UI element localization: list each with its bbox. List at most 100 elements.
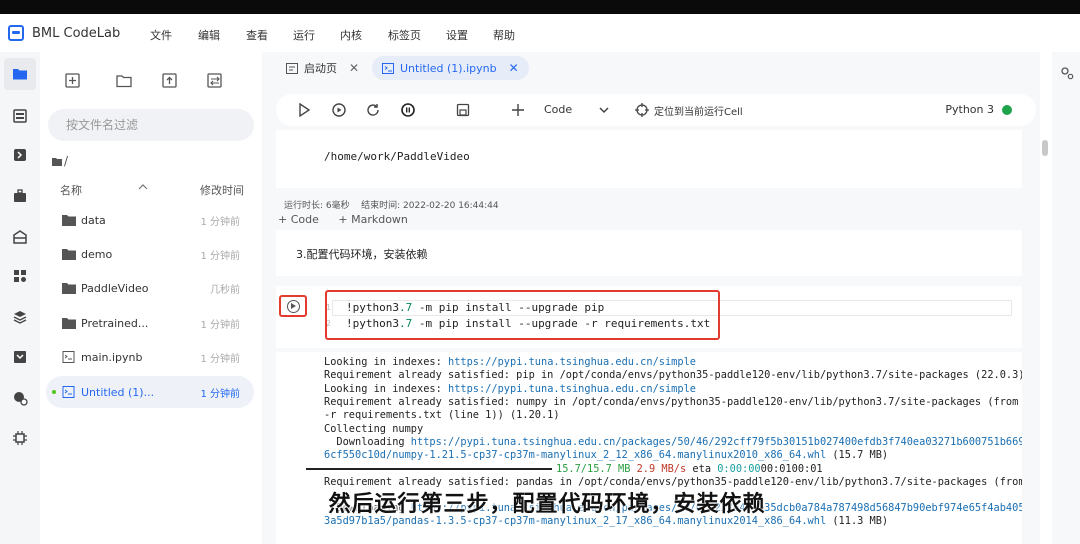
restart-icon[interactable] xyxy=(365,102,381,118)
progress-line: 15.7/15.7 MB 2.9 MB/s eta 0:00:0000:0100… xyxy=(306,463,823,475)
app-logo: BML CodeLab xyxy=(8,25,158,41)
cell-type-select[interactable]: Code xyxy=(544,103,572,116)
menu-file[interactable]: 文件 xyxy=(150,27,172,43)
notebook-icon xyxy=(62,386,75,398)
file-row[interactable]: demo 1 分钟前 xyxy=(46,238,254,270)
markdown-text: 3.配置代码环境，安装依赖 xyxy=(296,248,428,261)
tab-label: 启动页 xyxy=(304,62,337,75)
notebook-icon xyxy=(62,351,75,363)
save-icon[interactable] xyxy=(455,102,471,118)
file-row[interactable]: Pretrained... 1 分钟前 xyxy=(46,307,254,339)
tab-notebook[interactable]: Untitled (1).ipynb ✕ xyxy=(372,56,529,80)
highlight-box xyxy=(325,290,720,340)
file-filter-input[interactable] xyxy=(48,109,254,141)
add-cell-buttons: + Code + Markdown xyxy=(278,213,424,226)
output-line: Downloading https://pypi.tuna.tsinghua.e… xyxy=(324,436,1022,448)
bml-logo-icon xyxy=(8,25,24,41)
chevron-down-icon[interactable] xyxy=(596,102,612,118)
video-subtitle: 然后运行第三步，配置代码环境，安装依赖 xyxy=(328,492,766,517)
end-time: 2022-02-20 16:44:44 xyxy=(403,201,499,211)
folder-icon xyxy=(62,215,76,226)
markdown-cell[interactable]: 3.配置代码环境，安装依赖 xyxy=(276,230,1022,276)
run-duration-label: 运行时长: xyxy=(284,201,324,211)
layers-icon[interactable] xyxy=(12,309,28,325)
tab-bar: 启动页 ✕ Untitled (1).ipynb ✕ xyxy=(262,52,1040,84)
scrollbar-thumb[interactable] xyxy=(1042,140,1048,156)
folder-icon xyxy=(62,318,76,329)
menu-help[interactable]: 帮助 xyxy=(493,27,515,43)
close-icon[interactable]: ✕ xyxy=(509,61,519,75)
menu-run[interactable]: 运行 xyxy=(293,27,315,43)
file-modified: 1 分钟前 xyxy=(200,216,240,228)
menu-view[interactable]: 查看 xyxy=(246,27,268,43)
output-line: 6cf550c10d/numpy-1.21.5-cp37-cp37m-manyl… xyxy=(324,449,889,461)
folder-icon xyxy=(52,157,62,166)
output-line: Requirement already satisfied: numpy in … xyxy=(324,396,1019,408)
output-line: Looking in indexes: https://pypi.tuna.ts… xyxy=(324,383,696,395)
notebook-toolbar: Code 定位到当前运行Cell Python 3 xyxy=(276,94,1036,126)
download-box-icon[interactable] xyxy=(12,349,28,365)
right-panel xyxy=(1052,52,1080,544)
file-name: demo xyxy=(81,247,113,261)
menu-tabs[interactable]: 标签页 xyxy=(388,27,421,43)
refresh-files-icon[interactable] xyxy=(206,72,224,90)
run-info: 运行时长: 6毫秒 结束时间: 2022-02-20 16:44:44 xyxy=(284,198,499,211)
run-icon[interactable] xyxy=(296,102,312,118)
file-row[interactable]: data 1 分钟前 xyxy=(46,204,254,236)
top-black-bar xyxy=(0,0,1080,14)
run-all-icon[interactable] xyxy=(331,102,347,118)
tab-launcher[interactable]: 启动页 ✕ xyxy=(276,56,369,80)
dataset-icon[interactable] xyxy=(12,229,28,245)
file-modified: 1 分钟前 xyxy=(200,353,240,365)
column-time-header[interactable]: 修改时间 xyxy=(200,182,244,198)
cell-output: /home/work/PaddleVideo xyxy=(276,130,1022,188)
app-title: BML CodeLab xyxy=(32,25,121,41)
run-duration: 6毫秒 xyxy=(325,201,350,211)
file-browser-icon[interactable] xyxy=(12,66,28,82)
new-launcher-icon[interactable] xyxy=(64,72,82,90)
activity-rail xyxy=(0,52,40,544)
kernel-name: Python 3 xyxy=(945,103,994,116)
gear-icon[interactable] xyxy=(1060,66,1074,80)
running-icon[interactable] xyxy=(12,108,28,124)
file-row[interactable]: main.ipynb 1 分钟前 xyxy=(46,341,254,373)
file-name: Pretrained... xyxy=(81,316,149,330)
menu-settings[interactable]: 设置 xyxy=(446,27,468,43)
file-modified: 1 分钟前 xyxy=(200,319,240,331)
column-name-header[interactable]: 名称 xyxy=(60,182,82,198)
code-snippet-icon[interactable] xyxy=(12,147,28,163)
chevron-up-icon[interactable] xyxy=(138,183,148,191)
file-name: PaddleVideo xyxy=(81,281,149,295)
new-folder-icon[interactable] xyxy=(115,72,133,90)
extensions-icon[interactable] xyxy=(12,268,28,284)
output-text: /home/work/PaddleVideo xyxy=(324,150,470,163)
model-settings-icon[interactable] xyxy=(12,390,28,406)
toolbox-icon[interactable] xyxy=(12,188,28,204)
locate-running-cell-button[interactable]: 定位到当前运行Cell xyxy=(654,103,743,118)
add-code-button[interactable]: + Code xyxy=(278,213,319,226)
file-name: main.ipynb xyxy=(81,350,143,364)
file-browser: / 名称 修改时间 data 1 分钟前 demo 1 分钟前 PaddleVi… xyxy=(40,52,262,544)
file-modified: 几秒前 xyxy=(210,284,240,296)
interrupt-icon[interactable] xyxy=(400,102,416,118)
breadcrumb[interactable]: / xyxy=(52,154,68,168)
menu-edit[interactable]: 编辑 xyxy=(198,27,220,43)
file-row[interactable]: PaddleVideo 几秒前 xyxy=(46,272,254,304)
run-cell-button[interactable] xyxy=(279,295,307,317)
menu-kernel[interactable]: 内核 xyxy=(340,27,362,43)
add-markdown-button[interactable]: + Markdown xyxy=(338,213,408,226)
close-icon[interactable]: ✕ xyxy=(349,61,359,75)
add-cell-icon[interactable] xyxy=(510,102,526,118)
output-line: Looking in indexes: https://pypi.tuna.ts… xyxy=(324,356,696,368)
code-cell[interactable]: 1 !python3.7 -m pip install --upgrade pi… xyxy=(276,286,1022,348)
folder-icon xyxy=(62,249,76,260)
kernel-status[interactable]: Python 3 xyxy=(945,103,1012,116)
locate-icon[interactable] xyxy=(634,102,650,118)
breadcrumb-path: / xyxy=(64,154,69,168)
file-name: Untitled (1)... xyxy=(81,385,155,399)
file-browser-toolbar xyxy=(40,72,262,94)
chip-icon[interactable] xyxy=(12,430,28,446)
output-line: Requirement already satisfied: pip in /o… xyxy=(324,369,1022,381)
upload-icon[interactable] xyxy=(161,72,179,90)
file-row-selected[interactable]: Untitled (1)... 1 分钟前 xyxy=(46,376,254,408)
